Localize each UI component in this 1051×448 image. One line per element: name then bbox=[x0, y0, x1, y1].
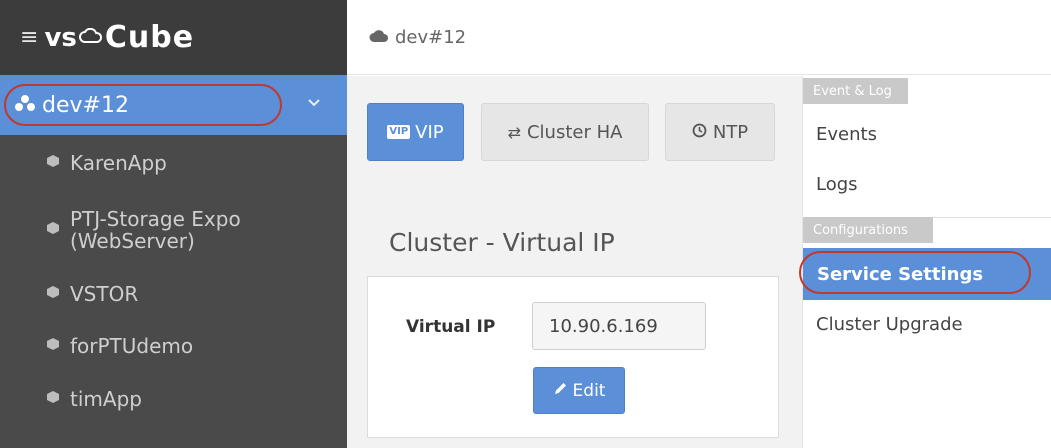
brand-bar: ≡ vs Cube bbox=[0, 0, 347, 75]
box-icon bbox=[46, 390, 60, 408]
logo-text-vs: vs bbox=[44, 22, 77, 53]
arrows-exchange-icon: ⇄ bbox=[507, 122, 521, 142]
main-content: VIP VIP ⇄ Cluster HA NTP Cluster - Virtu… bbox=[347, 76, 802, 448]
clock-icon bbox=[692, 123, 707, 142]
virtual-ip-input[interactable] bbox=[532, 302, 706, 350]
virtual-ip-label: Virtual IP bbox=[406, 317, 496, 337]
sidebar-item-label: timApp bbox=[70, 387, 142, 411]
cloud-icon bbox=[369, 27, 389, 48]
sidebar-item-label: KarenApp bbox=[70, 151, 167, 175]
box-icon bbox=[46, 221, 60, 239]
pencil-icon bbox=[553, 381, 568, 400]
virtual-ip-panel: Virtual IP Edit bbox=[367, 276, 779, 438]
menu-item-events[interactable]: Events bbox=[816, 124, 877, 145]
sidebar-item-label-line2: (WebServer) bbox=[70, 229, 195, 253]
page-header: dev#12 bbox=[347, 0, 1051, 75]
tab-cluster-ha[interactable]: ⇄ Cluster HA bbox=[481, 103, 649, 161]
logo-text-cube: Cube bbox=[104, 20, 195, 55]
highlight-oval-sidebar bbox=[4, 84, 282, 126]
tab-ntp[interactable]: NTP bbox=[665, 103, 775, 161]
page-title: dev#12 bbox=[395, 26, 467, 48]
tab-vip[interactable]: VIP VIP bbox=[367, 103, 464, 161]
sidebar-item-vstor[interactable]: VSTOR bbox=[0, 272, 347, 316]
box-icon bbox=[46, 285, 60, 303]
section-header-configurations: Configurations bbox=[803, 217, 933, 243]
box-icon bbox=[46, 154, 60, 172]
sidebar-item-label: VSTOR bbox=[70, 282, 139, 306]
sidebar-item-label-line1: PTJ-Storage Expo bbox=[70, 207, 241, 231]
tab-label: VIP bbox=[415, 121, 444, 143]
sidebar-item-label: forPTUdemo bbox=[70, 334, 194, 358]
edit-button[interactable]: Edit bbox=[533, 367, 625, 414]
tab-label: NTP bbox=[712, 121, 749, 143]
sidebar-item-timapp[interactable]: timApp bbox=[0, 377, 347, 421]
logo-cloud-icon bbox=[78, 27, 103, 48]
sidebar: ≡ vs Cube dev#12 KarenApp PTJ-Storage Ex… bbox=[0, 0, 347, 448]
menu-item-cluster-upgrade[interactable]: Cluster Upgrade bbox=[816, 314, 963, 335]
sidebar-item-label: PTJ-Storage Expo (WebServer) bbox=[70, 208, 241, 252]
sidebar-item-karenapp[interactable]: KarenApp bbox=[0, 141, 347, 185]
section-title: Cluster - Virtual IP bbox=[389, 228, 615, 257]
chevron-down-icon[interactable] bbox=[308, 95, 320, 111]
menu-item-logs[interactable]: Logs bbox=[816, 174, 858, 195]
vip-icon: VIP bbox=[387, 125, 411, 139]
tab-label: Cluster HA bbox=[526, 121, 623, 143]
section-header-event-log: Event & Log bbox=[803, 78, 908, 104]
sidebar-item-forptudemo[interactable]: forPTUdemo bbox=[0, 324, 347, 368]
sidebar-item-ptj-storage-expo[interactable]: PTJ-Storage Expo (WebServer) bbox=[0, 201, 347, 259]
edit-button-label: Edit bbox=[572, 380, 606, 401]
hamburger-menu-icon[interactable]: ≡ bbox=[20, 26, 38, 49]
box-icon bbox=[46, 337, 60, 355]
highlight-oval-service-settings bbox=[799, 251, 1031, 294]
